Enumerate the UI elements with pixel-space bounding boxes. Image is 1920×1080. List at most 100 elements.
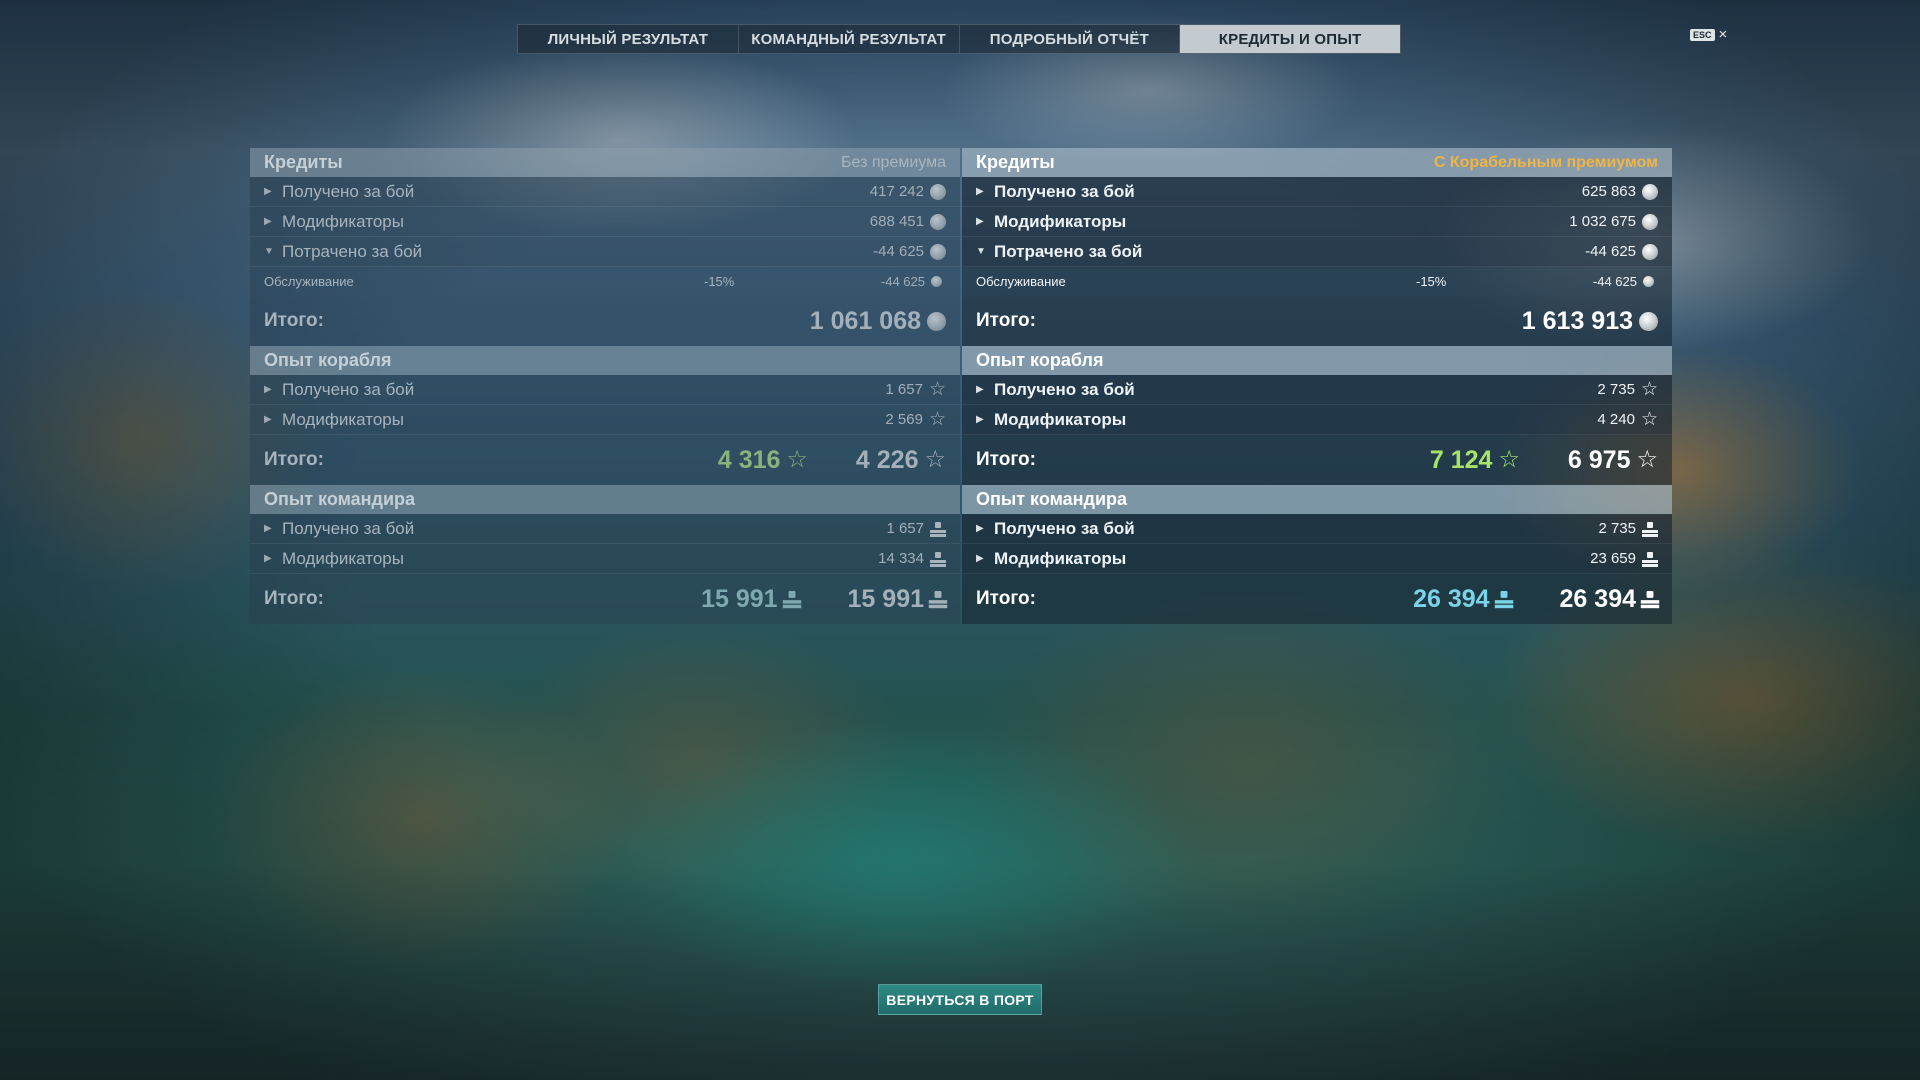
tab-personal-result[interactable]: ЛИЧНЫЙ РЕЗУЛЬТАТ [518,25,739,53]
expand-arrow-icon: ▶ [976,384,984,395]
ship-xp-total: Итого: 7 124 ☆ 6 975 ☆ [962,435,1672,485]
expand-arrow-icon: ▶ [264,523,272,534]
coin-icon [1639,311,1658,331]
row-value: -44 625 [873,243,924,260]
commander-xp-header: Опыт командира [250,485,960,514]
coin-icon [1643,276,1654,287]
row-label: Модификаторы [994,548,1127,568]
commander-xp-row-earned[interactable]: ▶ Получено за бой 1 657 [250,514,960,544]
close-icon: × [1718,26,1728,43]
tab-team-result[interactable]: КОМАНДНЫЙ РЕЗУЛЬТАТ [739,25,960,53]
tab-credits-and-xp[interactable]: КРЕДИТЫ И ОПЫТ [1180,25,1400,53]
star-icon: ☆ [786,446,808,473]
row-label: Получено за бой [282,181,415,201]
total-label: Итого: [264,588,324,609]
commander-xp-row-modifiers[interactable]: ▶ Модификаторы 23 659 [962,544,1672,574]
commander-cap-icon [930,551,946,566]
expand-arrow-icon: ▶ [264,384,272,395]
standard-account-panel: Кредиты Без премиума ▶ Получено за бой 41… [250,148,960,624]
row-value: 1 657 [886,520,924,537]
ship-xp-row-modifiers[interactable]: ▶ Модификаторы 2 569 ☆ [250,405,960,435]
row-value: 417 242 [869,183,924,200]
ship-xp-row-earned[interactable]: ▶ Получено за бой 1 657 ☆ [250,375,960,405]
total-label: Итого: [264,310,324,331]
commander-xp-row-earned[interactable]: ▶ Получено за бой 2 735 [962,514,1672,544]
collapse-arrow-icon: ▼ [976,246,986,257]
commander-cap-icon [1642,551,1658,566]
star-icon: ☆ [924,446,946,473]
row-label: Получено за бой [994,181,1135,201]
row-value: 688 451 [869,213,924,230]
ship-xp-row-earned[interactable]: ▶ Получено за бой 2 735 ☆ [962,375,1672,405]
commander-cap-icon [1494,590,1513,607]
row-label: Модификаторы [994,211,1127,231]
sub-label: Обслуживание [264,274,354,289]
ship-xp-header: Опыт корабля [962,346,1672,375]
commander-xp-header: Опыт командира [962,485,1672,514]
section-title: Опыт корабля [976,350,1104,370]
credits-header: Кредиты Без премиума [250,148,960,177]
section-title: Кредиты [264,152,343,172]
credits-subrow-service: Обслуживание -15% -44 625 [962,267,1672,296]
row-value: -44 625 [1585,243,1636,260]
expand-arrow-icon: ▶ [264,186,272,197]
sub-percent: -15% [1416,274,1447,289]
total-value: 1 061 068 [809,306,921,335]
total-value: 6 975 [1567,445,1631,474]
expand-arrow-icon: ▶ [976,553,984,564]
expand-arrow-icon: ▶ [264,553,272,564]
tab-detailed-report[interactable]: ПОДРОБНЫЙ ОТЧЁТ [960,25,1181,53]
row-label: Потрачено за бой [994,241,1143,261]
star-icon: ☆ [928,409,946,430]
credits-row-spent[interactable]: ▼ Потрачено за бой -44 625 [250,237,960,267]
row-value: 14 334 [878,550,924,567]
credits-subrow-service: Обслуживание -15% -44 625 [250,267,960,296]
row-value: 1 657 [885,381,923,398]
ship-xp-total: Итого: 4 316 ☆ 4 226 ☆ [250,435,960,485]
credits-total: Итого: 1 061 068 [250,296,960,346]
total-bonus-value: 26 394 [1413,584,1490,613]
section-title: Опыт командира [264,489,416,509]
row-value: 2 735 [1597,381,1635,398]
ship-xp-row-modifiers[interactable]: ▶ Модификаторы 4 240 ☆ [962,405,1672,435]
return-to-port-button[interactable]: ВЕРНУТЬСЯ В ПОРТ [878,984,1042,1015]
total-label: Итого: [976,449,1036,470]
total-bonus-value: 15 991 [701,584,778,613]
commander-cap-icon [930,521,946,536]
commander-cap-icon [1642,521,1658,536]
credits-row-spent[interactable]: ▼ Потрачено за бой -44 625 [962,237,1672,267]
collapse-arrow-icon: ▼ [264,246,274,257]
credits-row-earned[interactable]: ▶ Получено за бой 417 242 [250,177,960,207]
total-label: Итого: [976,588,1036,609]
expand-arrow-icon: ▶ [264,216,272,227]
sub-label: Обслуживание [976,274,1066,289]
commander-xp-row-modifiers[interactable]: ▶ Модификаторы 14 334 [250,544,960,574]
row-label: Получено за бой [282,379,415,399]
premium-account-panel: Кредиты С Корабельным премиумом ▶ Получен… [962,148,1672,624]
star-icon: ☆ [1640,379,1658,400]
star-icon: ☆ [1640,409,1658,430]
close-button[interactable]: ESC × [1690,27,1727,42]
row-value: 23 659 [1590,550,1636,567]
expand-arrow-icon: ▶ [264,414,272,425]
expand-arrow-icon: ▶ [976,414,984,425]
commander-xp-total: Итого: 15 991 15 991 [250,574,960,624]
row-value: 4 240 [1597,411,1635,428]
coin-icon [930,243,946,260]
section-title: Кредиты [976,152,1055,172]
coin-icon [1642,243,1658,260]
total-value: 15 991 [847,584,924,613]
coin-icon [930,213,946,230]
credits-row-earned[interactable]: ▶ Получено за бой 625 863 [962,177,1672,207]
row-value: 625 863 [1581,183,1636,200]
coin-icon [927,311,946,331]
credits-row-modifiers[interactable]: ▶ Модификаторы 1 032 675 [962,207,1672,237]
row-label: Модификаторы [994,409,1127,429]
expand-arrow-icon: ▶ [976,216,984,227]
row-value: 2 735 [1598,520,1636,537]
commander-cap-icon [928,590,948,607]
row-value: 1 032 675 [1569,213,1636,230]
total-label: Итого: [976,310,1036,331]
credits-row-modifiers[interactable]: ▶ Модификаторы 688 451 [250,207,960,237]
esc-key-badge: ESC [1690,28,1715,41]
